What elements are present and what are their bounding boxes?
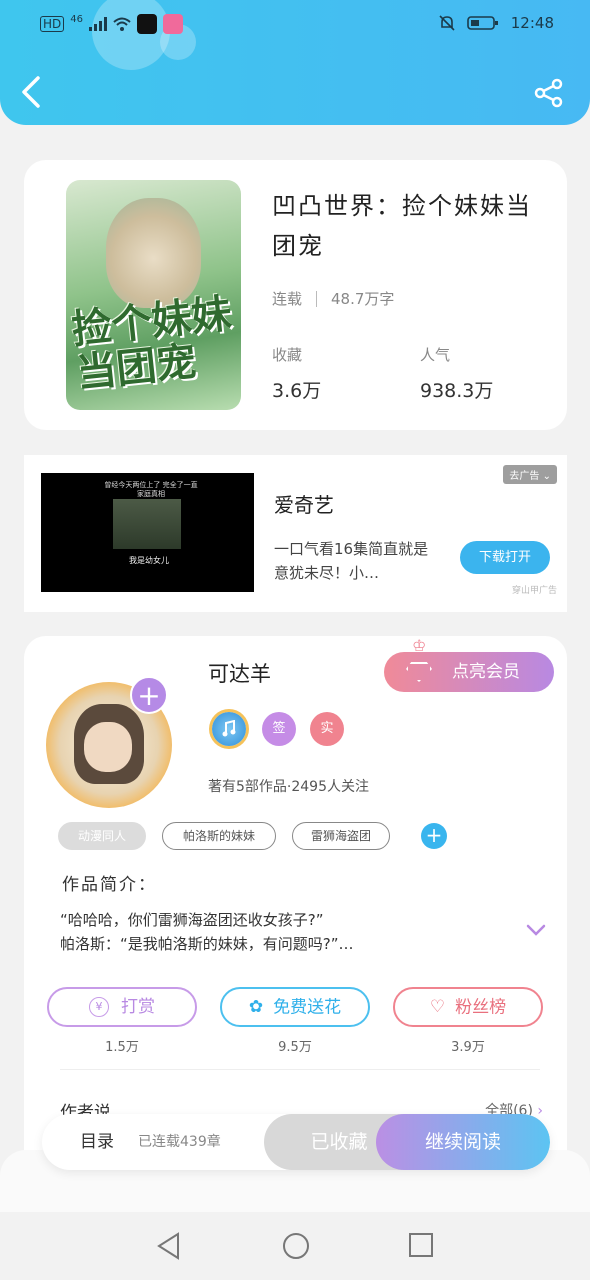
remove-ad-label: 去广告 — [509, 471, 540, 482]
app-cat-icon — [163, 14, 183, 34]
ad-video-caption-2: 我是幼女儿 — [129, 556, 169, 565]
ad-video-caption: 曾经今天两位上了 完全了一直 家庭真相 — [104, 481, 198, 498]
vip-label: 点亮会员 — [452, 662, 520, 682]
nav-back-icon[interactable] — [156, 1232, 182, 1260]
status-bar: HD 46 12:48 — [0, 12, 590, 38]
reward-label: 打赏 — [121, 997, 155, 1017]
book-meta: 连载 48.7万字 — [272, 288, 394, 309]
avatar-face — [84, 722, 132, 772]
battery-icon — [466, 16, 498, 30]
ad-app-name: 爱奇艺 — [274, 493, 334, 517]
back-button[interactable] — [18, 72, 52, 116]
book-word-count: 48.7万字 — [331, 290, 395, 308]
toc-button[interactable]: 目录 — [80, 1114, 114, 1170]
vip-button[interactable]: 点亮会员 — [384, 652, 554, 692]
verified-badge[interactable]: 实 — [310, 712, 344, 746]
tag-pirate-crew[interactable]: 雷狮海盗团 — [292, 822, 390, 850]
signed-badge[interactable]: 签 — [262, 712, 296, 746]
divider — [60, 1069, 540, 1070]
yen-icon: ¥ — [89, 997, 109, 1017]
diamond-icon — [406, 662, 432, 682]
bottom-action-bar: 目录 已连载439章 已收藏 继续阅读 — [42, 1114, 550, 1170]
chevron-down-icon: ⌄ — [542, 471, 551, 482]
popularity-label: 人气 — [420, 346, 451, 364]
fan-count: 3.9万 — [451, 1040, 485, 1055]
book-info-card: 捡个妹妹当团宠 凹凸世界：捡个妹妹当团宠 连载 48.7万字 收藏 3.6万 人… — [24, 160, 567, 430]
back-arrow-icon — [22, 76, 40, 108]
fan-rank-button[interactable]: ♡ 粉丝榜 — [393, 987, 543, 1027]
reward-count: 1.5万 — [105, 1040, 139, 1055]
expand-intro-button[interactable] — [526, 922, 546, 942]
fan-rank-label: 粉丝榜 — [455, 997, 507, 1018]
book-title: 凹凸世界：捡个妹妹当团宠 — [272, 192, 532, 260]
tag-palos-sister[interactable]: 帕洛斯的妹妹 — [162, 822, 276, 850]
book-status: 连载 — [272, 290, 303, 308]
system-nav-bar — [0, 1212, 590, 1280]
ad-video-frame — [113, 499, 181, 549]
nav-recents-icon[interactable] — [408, 1232, 434, 1258]
signal-type: 46 — [70, 13, 83, 25]
level-badge-icon[interactable] — [212, 712, 246, 746]
popularity-value: 938.3万 — [420, 380, 494, 402]
ad-source: 穿山甲广告 — [511, 586, 557, 596]
ad-video[interactable]: 曾经今天两位上了 完全了一直 家庭真相 我是幼女儿 — [41, 473, 254, 592]
ad-card[interactable]: 曾经今天两位上了 完全了一直 家庭真相 我是幼女儿 爱奇艺 一口气看16集简直就… — [24, 455, 567, 612]
clock: 12:48 — [510, 14, 554, 32]
chapter-count: 已连载439章 — [138, 1134, 221, 1150]
author-name: 可达羊 — [208, 662, 271, 686]
intro-text: “哈哈哈，你们雷狮海盗团还收女孩子?” 帕洛斯：“是我帕洛斯的妹妹，有问题吗?”… — [60, 908, 520, 956]
app-capcut-icon — [137, 14, 157, 34]
divider — [316, 290, 318, 307]
ad-download-button[interactable]: 下载打开 — [460, 541, 550, 574]
reward-button[interactable]: ¥ 打赏 — [47, 987, 197, 1027]
share-icon — [534, 78, 563, 108]
author-stats: 著有5部作品·2495人关注 — [208, 779, 369, 795]
chevron-right-icon: › — [537, 1103, 543, 1119]
follow-plus-button[interactable]: + — [130, 676, 168, 714]
nav-home-icon[interactable] — [282, 1232, 310, 1260]
user-heart-icon: ♡ — [429, 997, 446, 1017]
chevron-down-icon — [526, 924, 546, 936]
music-note-icon — [222, 719, 236, 737]
flower-label: 免费送花 — [273, 997, 342, 1018]
signal-icon — [89, 17, 107, 31]
intro-header: 作品简介： — [62, 875, 157, 895]
continue-reading-button[interactable]: 继续阅读 — [376, 1114, 550, 1170]
send-flower-button[interactable]: ✿ 免费送花 — [220, 987, 370, 1027]
share-button[interactable] — [534, 78, 568, 112]
intro-line: “哈哈哈，你们雷狮海盗团还收女孩子?” — [60, 911, 324, 929]
ad-description: 一口气看16集简直就是意犹未尽！小… — [274, 540, 429, 582]
remove-ad-button[interactable]: 去广告 ⌄ — [503, 465, 557, 484]
cover-title: 捡个妹妹当团宠 — [69, 289, 234, 398]
intro-line: 帕洛斯：“是我帕洛斯的妹妹，有问题吗?”… — [60, 935, 354, 953]
wifi-icon — [113, 17, 131, 31]
top-header: HD 46 12:48 — [0, 0, 590, 125]
fav-label: 收藏 — [272, 346, 303, 364]
book-cover[interactable]: 捡个妹妹当团宠 — [66, 180, 241, 410]
tag-fan-fiction[interactable]: 动漫同人 — [58, 822, 146, 850]
fav-value: 3.6万 — [272, 380, 322, 402]
flower-count: 9.5万 — [278, 1040, 312, 1055]
flower-icon: ✿ — [248, 997, 264, 1017]
add-tag-button[interactable]: + — [421, 823, 447, 849]
cover-character — [106, 198, 201, 308]
network-type: HD — [40, 16, 65, 32]
mute-icon — [439, 15, 455, 31]
